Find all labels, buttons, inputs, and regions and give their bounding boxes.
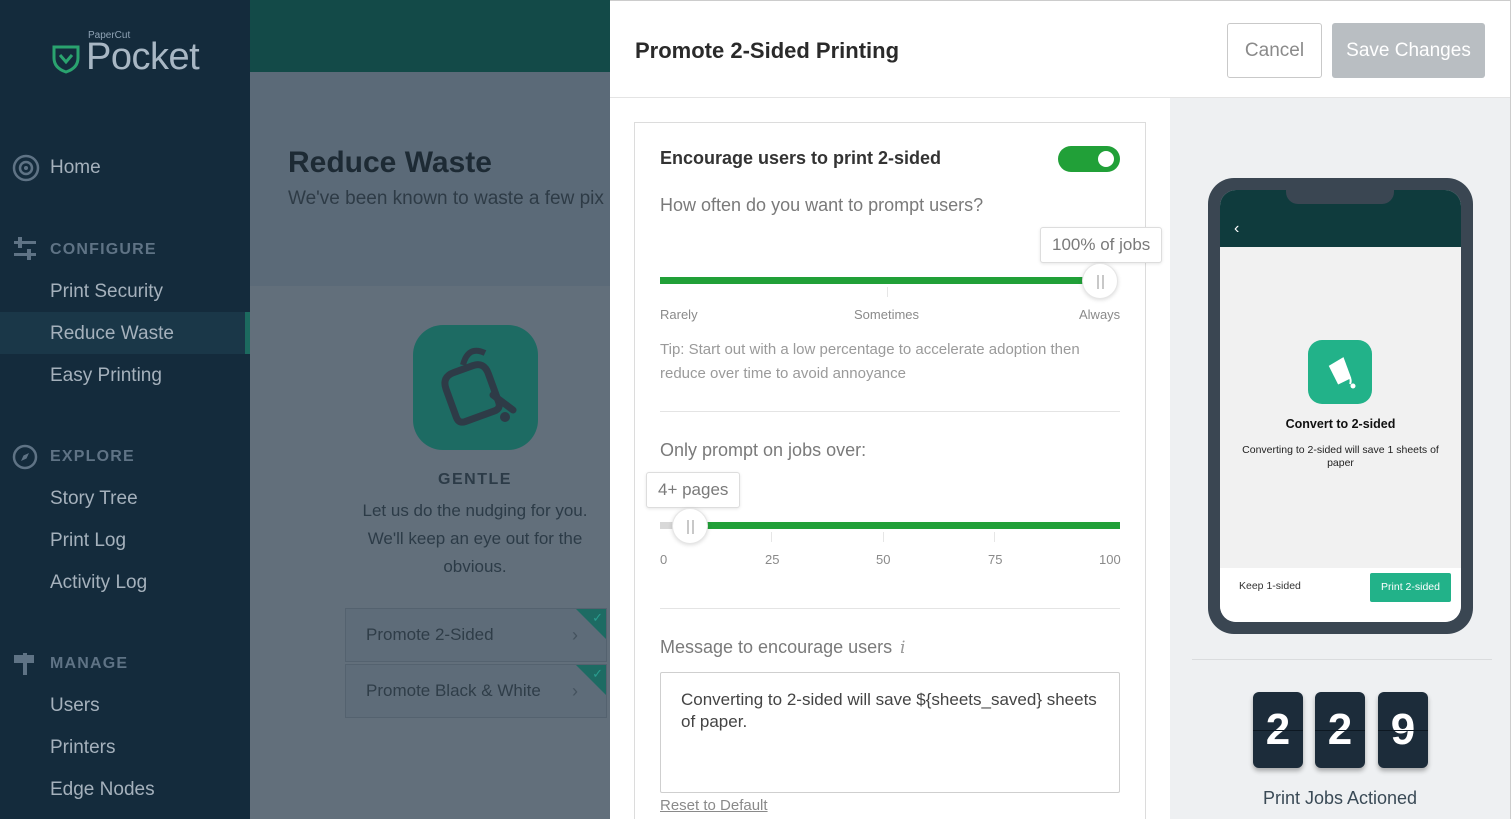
paper-bucket-icon	[1308, 340, 1372, 404]
divider	[1192, 659, 1492, 660]
cancel-button[interactable]: Cancel	[1227, 23, 1322, 78]
encourage-label: Encourage users to print 2-sided	[660, 148, 942, 168]
top-bar	[250, 0, 610, 72]
frequency-slider-track[interactable]	[660, 277, 1100, 284]
frequency-question: How often do you want to prompt users?	[660, 195, 984, 215]
reset-to-default-link[interactable]: Reset to Default	[660, 797, 768, 814]
check-icon: ✓	[592, 666, 603, 681]
section-manage: MANAGE	[50, 655, 129, 672]
settings-drawer: Promote 2-Sided Printing Cancel Save Cha…	[610, 0, 1511, 819]
drawer-title: Promote 2-Sided Printing	[635, 38, 900, 63]
configure-sliders-icon	[14, 237, 36, 260]
nav-print-log[interactable]: Print Log	[50, 530, 126, 552]
nav-users[interactable]: Users	[50, 695, 100, 717]
frequency-slider-handle[interactable]	[1082, 263, 1118, 299]
divider	[660, 411, 1120, 412]
tick-label-100: 100	[1099, 552, 1121, 567]
nav-edge-nodes[interactable]: Edge Nodes	[50, 779, 155, 801]
section-explore: EXPLORE	[50, 448, 135, 465]
phone-screen: ‹ Convert to 2-sided Converting to 2-sid…	[1220, 190, 1461, 622]
phone-notch	[1286, 190, 1394, 204]
tile-description: Let us do the nudging for you. We'll kee…	[362, 501, 588, 576]
message-textarea[interactable]: Converting to 2-sided will save ${sheets…	[660, 672, 1120, 793]
counter-digit: 2	[1253, 692, 1303, 768]
watering-can-icon	[413, 325, 538, 450]
info-icon[interactable]: i	[900, 638, 905, 658]
counter-digit: 9	[1378, 692, 1428, 768]
pages-question: Only prompt on jobs over:	[660, 440, 867, 460]
explore-compass-icon	[12, 444, 38, 470]
nav-home[interactable]: Home	[50, 157, 101, 179]
tick-label-25: 25	[765, 552, 780, 567]
card-label: Promote 2-Sided	[366, 625, 494, 644]
tick-mark	[994, 532, 995, 542]
home-radar-icon	[12, 154, 40, 182]
convert-title: Convert to 2-sided	[1285, 417, 1396, 431]
print-jobs-actioned-label: Print Jobs Actioned	[1262, 788, 1418, 808]
nav-easy-printing[interactable]: Easy Printing	[50, 365, 162, 387]
sidebar: PaperCut Pocket Home CONFIGURE Print Sec…	[0, 0, 250, 819]
tip-text: Tip: Start out with a low percentage to …	[660, 341, 1080, 382]
brand-text: Pocket	[86, 36, 200, 78]
nav-reduce-waste[interactable]: Reduce Waste	[50, 323, 174, 345]
pages-tooltip: 4+ pages	[646, 472, 741, 508]
tick-label-always: Always	[1079, 307, 1121, 322]
toggle-knob	[1098, 151, 1114, 167]
card-promote-2-sided[interactable]: Promote 2-Sided › ✓	[345, 608, 607, 662]
pages-slider-track-fill[interactable]	[690, 522, 1120, 529]
tick-label-0: 0	[660, 552, 668, 567]
counter-digit: 2	[1315, 692, 1365, 768]
back-chevron-icon[interactable]: ‹	[1234, 220, 1239, 238]
print-2-sided-button[interactable]: Print 2-sided	[1370, 573, 1451, 602]
pages-slider-handle[interactable]	[672, 508, 708, 544]
drawer-header: Promote 2-Sided Printing Cancel Save Cha…	[610, 1, 1510, 98]
nav-activity-log[interactable]: Activity Log	[50, 572, 147, 594]
manage-signpost-icon	[14, 653, 34, 675]
card-label: Promote Black & White	[366, 681, 541, 700]
tick-label-50: 50	[876, 552, 891, 567]
tick-label-75: 75	[988, 552, 1003, 567]
papercut-pocket-logo[interactable]: PaperCut Pocket	[52, 28, 212, 80]
nav-print-security[interactable]: Print Security	[50, 281, 163, 303]
nav-printers[interactable]: Printers	[50, 737, 115, 759]
convert-description: Converting to 2-sided will save 1 sheets…	[1242, 444, 1439, 469]
tick-mark	[883, 532, 884, 542]
tick-label-rarely: Rarely	[660, 307, 698, 322]
tick-mark	[771, 532, 772, 542]
mobile-preview-panel: ‹ Convert to 2-sided Converting to 2-sid…	[1170, 98, 1510, 819]
section-configure: CONFIGURE	[50, 241, 157, 258]
save-changes-button[interactable]: Save Changes	[1332, 23, 1485, 78]
tile-label: GENTLE	[438, 471, 512, 488]
pocket-shield-icon	[52, 45, 80, 74]
page-subtitle: We've been known to waste a few pix	[288, 188, 604, 209]
page-title: Reduce Waste	[288, 146, 492, 179]
message-label: Message to encourage users	[660, 637, 893, 657]
check-icon: ✓	[592, 610, 603, 625]
phone-frame: ‹ Convert to 2-sided Converting to 2-sid…	[1208, 178, 1473, 634]
keep-1-sided-button[interactable]: Keep 1-sided	[1239, 580, 1301, 592]
tick-label-sometimes: Sometimes	[854, 307, 920, 322]
tick-mark	[887, 287, 888, 297]
divider	[660, 608, 1120, 609]
nav-story-tree[interactable]: Story Tree	[50, 488, 138, 510]
encourage-toggle[interactable]	[1058, 146, 1120, 172]
card-promote-black-white[interactable]: Promote Black & White › ✓	[345, 664, 607, 718]
main-content-dimmed: Reduce Waste We've been known to waste a…	[250, 0, 610, 819]
frequency-tooltip: 100% of jobs	[1040, 227, 1163, 263]
